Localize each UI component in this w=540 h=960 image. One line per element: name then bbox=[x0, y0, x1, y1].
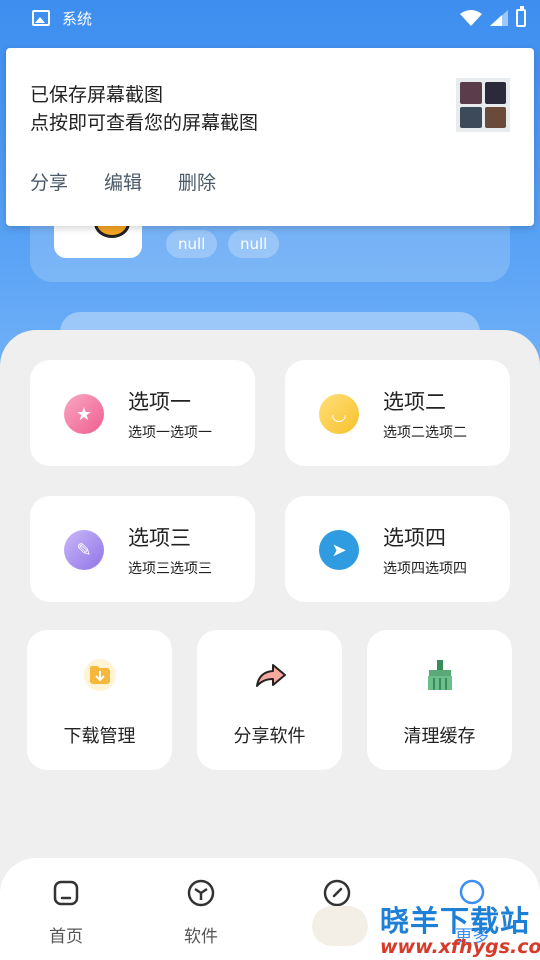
star-icon: ★ bbox=[64, 394, 104, 434]
option-subtitle: 选项三选项三 bbox=[128, 561, 212, 577]
nav-label: 首页 bbox=[49, 927, 83, 947]
tool-label: 下载管理 bbox=[63, 726, 136, 747]
profile-tag: null bbox=[166, 230, 218, 258]
battery-icon bbox=[516, 6, 526, 27]
status-app-label: 系统 bbox=[62, 9, 93, 28]
note-icon: ✎ bbox=[64, 530, 104, 570]
option-subtitle: 选项四选项四 bbox=[383, 561, 467, 577]
sheep-logo-icon bbox=[312, 906, 368, 946]
screenshot-notification[interactable]: 已保存屏幕截图 点按即可查看您的屏幕截图 分享 编辑 删除 bbox=[6, 48, 534, 226]
delete-button[interactable]: 删除 bbox=[178, 168, 216, 195]
download-manager-button[interactable]: 下载管理 bbox=[27, 630, 172, 770]
screenshot-thumbnail[interactable] bbox=[456, 78, 510, 132]
wifi-icon bbox=[460, 10, 482, 26]
option-subtitle: 选项一选项一 bbox=[128, 425, 212, 441]
broom-icon bbox=[423, 658, 457, 692]
nav-label: 软件 bbox=[184, 927, 218, 947]
paper-plane-icon: ➤ bbox=[319, 530, 359, 570]
option-card-1[interactable]: ★ 选项一 选项一选项一 bbox=[30, 360, 255, 466]
profile-tag: null bbox=[228, 230, 280, 258]
option-subtitle: 选项二选项二 bbox=[383, 425, 467, 441]
share-button[interactable]: 分享 bbox=[30, 168, 68, 195]
status-bar: 系统 bbox=[0, 0, 540, 36]
option-card-4[interactable]: ➤ 选项四 选项四选项四 bbox=[285, 496, 510, 602]
home-icon bbox=[51, 878, 81, 908]
site-watermark: 晓羊下载站 www.xfhygs.com bbox=[312, 896, 540, 960]
download-folder-icon bbox=[83, 658, 117, 692]
clear-cache-button[interactable]: 清理缓存 bbox=[367, 630, 512, 770]
share-arrow-icon bbox=[253, 658, 287, 692]
watermark-url: www.xfhygs.com bbox=[380, 936, 540, 958]
option-card-2[interactable]: ◡ 选项二 选项二选项二 bbox=[285, 360, 510, 466]
option-title: 选项三 bbox=[128, 526, 191, 550]
nav-item-home[interactable]: 首页 bbox=[21, 878, 111, 947]
nav-item-software[interactable]: 软件 bbox=[156, 878, 246, 947]
image-icon bbox=[32, 10, 50, 26]
tool-label: 清理缓存 bbox=[403, 726, 476, 747]
notification-text: 点按即可查看您的屏幕截图 bbox=[30, 112, 259, 134]
notification-title: 已保存屏幕截图 bbox=[30, 84, 164, 106]
watermark-title: 晓羊下载站 bbox=[380, 904, 531, 938]
option-card-3[interactable]: ✎ 选项三 选项三选项三 bbox=[30, 496, 255, 602]
signal-icon bbox=[490, 10, 508, 26]
chat-smile-icon: ◡ bbox=[319, 394, 359, 434]
option-title: 选项四 bbox=[383, 526, 446, 550]
option-title: 选项一 bbox=[128, 390, 191, 414]
tool-label: 分享软件 bbox=[233, 726, 306, 747]
option-title: 选项二 bbox=[383, 390, 446, 414]
cube-icon bbox=[186, 878, 216, 908]
share-app-button[interactable]: 分享软件 bbox=[197, 630, 342, 770]
edit-button[interactable]: 编辑 bbox=[104, 168, 142, 195]
